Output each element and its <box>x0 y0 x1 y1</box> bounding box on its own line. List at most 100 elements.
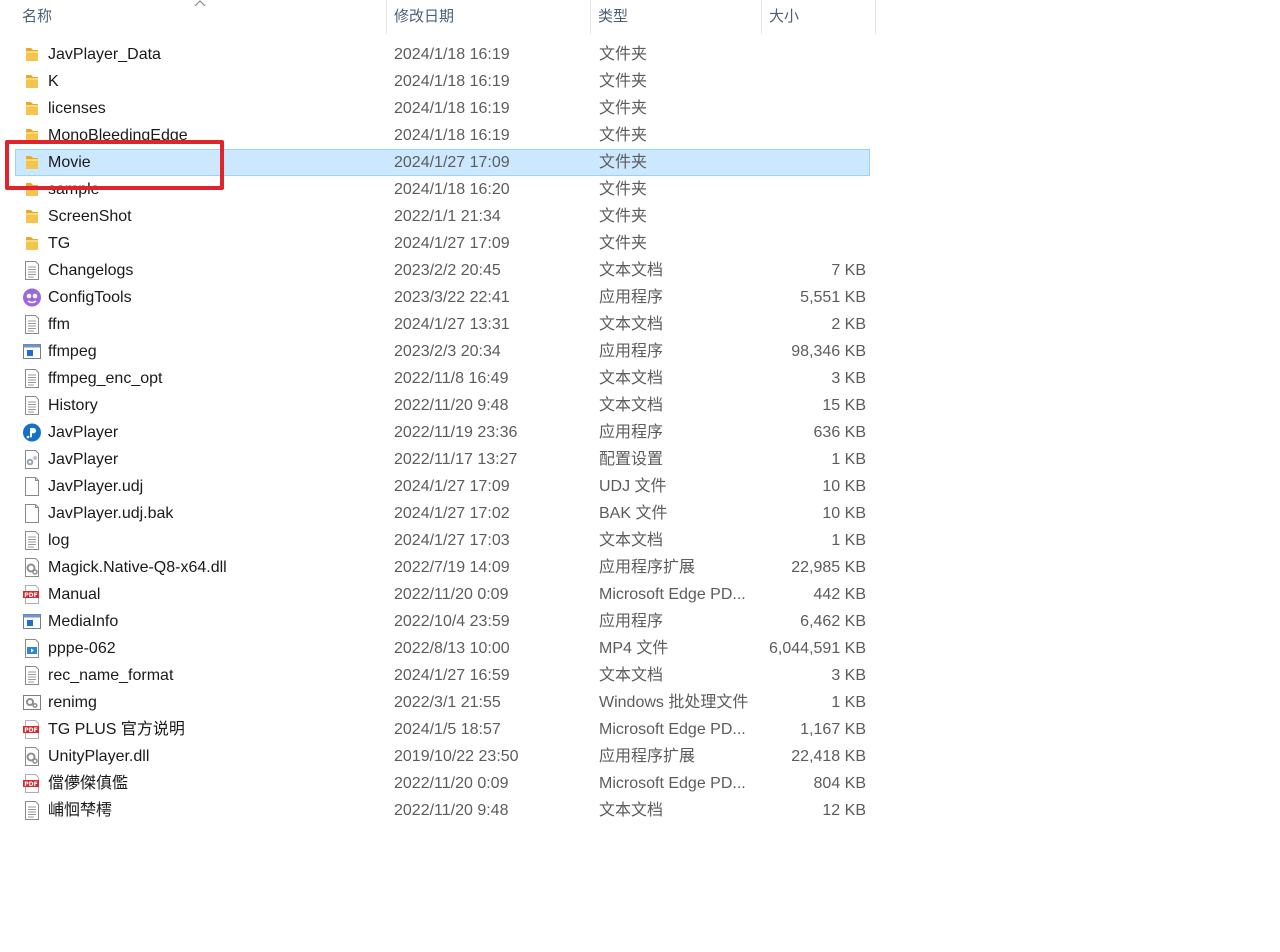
config-tools-app-icon <box>22 288 42 307</box>
file-size: 10 KB <box>822 505 866 522</box>
file-row[interactable]: JavPlayer 2022/11/19 23:36 应用程序 636 KB <box>0 419 880 446</box>
file-type: 文件夹 <box>599 154 648 171</box>
file-type: 文本文档 <box>599 370 664 387</box>
file-type: 文件夹 <box>599 127 648 144</box>
folder-icon <box>22 99 42 118</box>
file-name: ConfigTools <box>48 289 132 306</box>
file-name: JavPlayer.udj <box>48 478 144 495</box>
file-row[interactable]: History 2022/11/20 9:48 文本文档 15 KB <box>0 392 880 419</box>
file-date-modified: 2022/10/4 23:59 <box>394 613 510 630</box>
file-type: 文本文档 <box>599 397 664 414</box>
file-row[interactable]: MonoBleedingEdge 2024/1/18 16:19 文件夹 <box>0 122 880 149</box>
file-row[interactable]: Magick.Native-Q8-x64.dll 2022/7/19 14:09 应… <box>0 554 880 581</box>
file-date-modified: 2022/11/17 13:27 <box>394 451 518 468</box>
file-name: sample <box>48 181 100 198</box>
file-date-modified: 2022/11/19 23:36 <box>394 424 518 441</box>
javplayer-app-icon <box>22 423 42 442</box>
file-name: MediaInfo <box>48 613 119 630</box>
folder-icon <box>22 126 42 145</box>
file-type: 应用程序 <box>599 289 664 306</box>
file-type: 应用程序 <box>599 343 664 360</box>
file-row[interactable]: JavPlayer_Data 2024/1/18 16:19 文件夹 <box>0 41 880 68</box>
file-row[interactable]: ffm 2024/1/27 13:31 文本文档 2 KB <box>0 311 880 338</box>
file-row[interactable]: licenses 2024/1/18 16:19 文件夹 <box>0 95 880 122</box>
file-size: 636 KB <box>813 424 866 441</box>
file-row[interactable]: PDF TG PLUS 官方说明 2024/1/5 18:57 Microsoft E… <box>0 716 880 743</box>
file-date-modified: 2024/1/18 16:20 <box>394 181 510 198</box>
file-size: 98,346 KB <box>791 343 866 360</box>
file-date-modified: 2022/11/20 0:09 <box>394 586 509 603</box>
file-date-modified: 2024/1/18 16:19 <box>394 127 510 144</box>
file-row[interactable]: MediaInfo 2022/10/4 23:59 应用程序 6,462 KB <box>0 608 880 635</box>
text-document-icon <box>22 315 42 334</box>
file-name: renimg <box>48 694 97 711</box>
file-size: 15 KB <box>822 397 866 414</box>
file-type: 应用程序 <box>599 424 664 441</box>
file-row[interactable]: UnityPlayer.dll 2019/10/22 23:50 应用程序扩展 22,… <box>0 743 880 770</box>
file-size: 1,167 KB <box>800 721 866 738</box>
file-size: 12 KB <box>822 802 866 819</box>
file-row[interactable]: TG 2024/1/27 17:09 文件夹 <box>0 230 880 257</box>
file-row[interactable]: ScreenShot 2022/1/1 21:34 文件夹 <box>0 203 880 230</box>
file-row[interactable]: K 2024/1/18 16:19 文件夹 <box>0 68 880 95</box>
file-type: 文件夹 <box>599 181 648 198</box>
file-row[interactable]: 峬恛梺樗 2022/11/20 9:48 文本文档 12 KB <box>0 797 880 824</box>
file-name: UnityPlayer.dll <box>48 748 150 765</box>
file-name: pppe-062 <box>48 640 116 657</box>
pdf-icon: PDF <box>22 774 42 793</box>
folder-icon <box>22 45 42 64</box>
file-row[interactable]: log 2024/1/27 17:03 文本文档 1 KB <box>0 527 880 554</box>
file-row[interactable]: JavPlayer.udj 2024/1/27 17:09 UDJ 文件 10 KB <box>0 473 880 500</box>
file-row[interactable]: JavPlayer.udj.bak 2024/1/27 17:02 BAK 文件 10… <box>0 500 880 527</box>
folder-icon <box>22 180 42 199</box>
file-size: 2 KB <box>831 316 866 333</box>
file-type: BAK 文件 <box>599 505 668 522</box>
file-size: 5,551 KB <box>800 289 866 306</box>
file-name: rec_name_format <box>48 667 174 684</box>
file-size: 7 KB <box>831 262 866 279</box>
text-document-icon <box>22 666 42 685</box>
file-date-modified: 2024/1/27 17:03 <box>394 532 510 549</box>
file-row[interactable]: JavPlayer 2022/11/17 13:27 配置设置 1 KB <box>0 446 880 473</box>
file-row[interactable]: Changelogs 2023/2/2 20:45 文本文档 7 KB <box>0 257 880 284</box>
file-row[interactable]: ConfigTools 2023/3/22 22:41 应用程序 5,551 KB <box>0 284 880 311</box>
column-header-date-modified[interactable]: 修改日期 <box>387 0 591 34</box>
file-row[interactable]: PDF 儅儚傑傎儖 2022/11/20 0:09 Microsoft Edge PD… <box>0 770 880 797</box>
file-date-modified: 2023/2/3 20:34 <box>394 343 501 360</box>
file-name: 儅儚傑傎儖 <box>48 775 129 792</box>
file-row[interactable]: rec_name_format 2024/1/27 16:59 文本文档 3 KB <box>0 662 880 689</box>
folder-icon <box>22 153 42 172</box>
file-row[interactable]: Movie 2024/1/27 17:09 文件夹 <box>0 149 880 176</box>
column-header-type[interactable]: 类型 <box>591 0 762 34</box>
file-size: 3 KB <box>831 667 866 684</box>
file-date-modified: 2023/3/22 22:41 <box>394 289 510 306</box>
blank-file-icon <box>22 477 42 496</box>
file-row[interactable]: ffmpeg 2023/2/3 20:34 应用程序 98,346 KB <box>0 338 880 365</box>
file-date-modified: 2024/1/27 16:59 <box>394 667 510 684</box>
file-type: 文本文档 <box>599 262 664 279</box>
svg-text:PDF: PDF <box>24 781 37 788</box>
file-date-modified: 2024/1/27 17:02 <box>394 505 510 522</box>
text-document-icon <box>22 531 42 550</box>
file-type: 文本文档 <box>599 316 664 333</box>
file-row[interactable]: pppe-062 2022/8/13 10:00 MP4 文件 6,044,591 K… <box>0 635 880 662</box>
file-list: JavPlayer_Data 2024/1/18 16:19 文件夹 K 2024/1/… <box>0 41 880 824</box>
file-row[interactable]: sample 2024/1/18 16:20 文件夹 <box>0 176 880 203</box>
file-date-modified: 2024/1/27 17:09 <box>394 235 510 252</box>
column-header-size[interactable]: 大小 <box>762 0 876 34</box>
file-date-modified: 2022/3/1 21:55 <box>394 694 501 711</box>
file-row[interactable]: renimg 2022/3/1 21:55 Windows 批处理文件 1 KB <box>0 689 880 716</box>
file-date-modified: 2024/1/18 16:19 <box>394 73 510 90</box>
file-date-modified: 2024/1/27 13:31 <box>394 316 510 333</box>
file-type: 应用程序扩展 <box>599 748 696 765</box>
file-date-modified: 2024/1/18 16:19 <box>394 46 510 63</box>
file-name: ffmpeg_enc_opt <box>48 370 163 387</box>
file-type: 文本文档 <box>599 532 664 549</box>
file-date-modified: 2022/11/20 9:48 <box>394 802 509 819</box>
file-row[interactable]: ffmpeg_enc_opt 2022/11/8 16:49 文本文档 3 KB <box>0 365 880 392</box>
svg-text:PDF: PDF <box>24 592 37 599</box>
file-row[interactable]: PDF Manual 2022/11/20 0:09 Microsoft Edge P… <box>0 581 880 608</box>
application-window-icon <box>22 612 42 631</box>
file-date-modified: 2022/7/19 14:09 <box>394 559 510 576</box>
text-document-icon <box>22 261 42 280</box>
